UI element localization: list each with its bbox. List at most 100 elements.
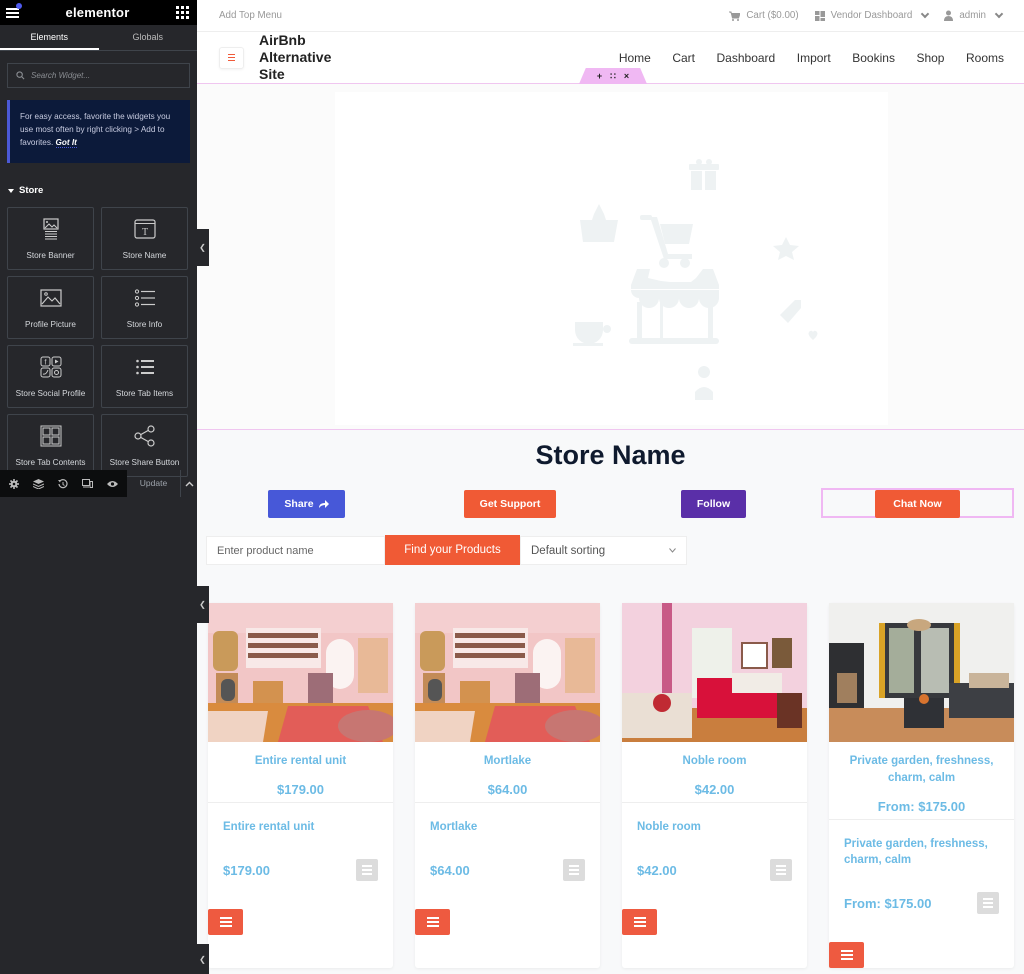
pink-bedroom-photo[interactable]: [622, 603, 807, 742]
tab-elements[interactable]: Elements: [0, 25, 99, 50]
sorting-select[interactable]: Default sorting: [520, 536, 687, 565]
bars-icon: [219, 917, 232, 927]
add-to-cart-button[interactable]: [829, 942, 864, 968]
product-options-button[interactable]: [563, 859, 585, 881]
preview-eye-icon[interactable]: [107, 480, 118, 488]
nav-cart[interactable]: Cart: [672, 51, 695, 65]
bars-icon: [983, 898, 993, 908]
product-title-secondary[interactable]: Entire rental unit: [223, 803, 378, 835]
widget-store-social-profile[interactable]: f Store Social Profile: [7, 345, 94, 408]
category-store[interactable]: Store: [8, 185, 197, 196]
widgets-grid-icon[interactable]: [176, 6, 189, 19]
widget-store-banner[interactable]: Store Banner: [7, 207, 94, 270]
settings-icon[interactable]: [9, 478, 19, 489]
footer-tools: [0, 470, 127, 497]
bars-icon: [362, 865, 372, 875]
product-title[interactable]: Mortlake: [415, 742, 600, 770]
storefront-cart-icon: [629, 215, 719, 344]
add-to-cart-button[interactable]: [415, 909, 450, 935]
chat-now-button[interactable]: Chat Now: [875, 490, 960, 518]
nav-shop[interactable]: Shop: [916, 51, 944, 65]
get-support-button[interactable]: Get Support: [464, 490, 556, 518]
sorting-selected: Default sorting: [531, 544, 606, 557]
widget-profile-picture[interactable]: Profile Picture: [7, 276, 94, 339]
product-price-row: $42.00: [637, 859, 792, 881]
image-icon: [39, 287, 62, 309]
find-products-button[interactable]: Find your Products: [385, 535, 520, 565]
responsive-mode-icon[interactable]: [82, 479, 93, 488]
collapse-panel-handle[interactable]: ❮: [196, 229, 209, 266]
nav-import[interactable]: Import: [797, 51, 831, 65]
search-widget-input[interactable]: [31, 71, 181, 80]
site-title[interactable]: AirBnb Alternative Site: [259, 32, 359, 83]
product-search-input[interactable]: [206, 536, 385, 565]
add-to-cart-button[interactable]: [622, 909, 657, 935]
user-menu[interactable]: admin: [944, 9, 1004, 21]
tab-grid-icon: [40, 425, 62, 447]
add-to-cart-button[interactable]: [208, 909, 243, 935]
product-title[interactable]: Noble room: [622, 742, 807, 770]
tip-text: For easy access, favorite the widgets yo…: [20, 112, 171, 147]
product-price-secondary: $42.00: [637, 862, 677, 878]
product-details: Noble room $42.00: [622, 803, 807, 881]
vendor-dashboard-menu[interactable]: Vendor Dashboard: [814, 9, 930, 21]
got-it-link[interactable]: Got It: [55, 138, 77, 148]
product-title[interactable]: Entire rental unit: [208, 742, 393, 770]
modern-living-room-photo[interactable]: [829, 603, 1014, 742]
pink-living-room-photo[interactable]: [208, 603, 393, 742]
product-title-secondary[interactable]: Noble room: [637, 803, 792, 835]
widget-label: Store Info: [126, 320, 163, 329]
search-icon: [16, 71, 25, 80]
update-button[interactable]: Update: [127, 470, 180, 497]
product-title-secondary[interactable]: Mortlake: [430, 803, 585, 835]
product-options-button[interactable]: [977, 892, 999, 914]
widget-store-tab-contents[interactable]: Store Tab Contents: [7, 414, 94, 477]
product-options-button[interactable]: [770, 859, 792, 881]
widget-store-share-button[interactable]: Store Share Button: [101, 414, 188, 477]
category-label: Store: [19, 185, 44, 196]
bars-icon: [633, 917, 646, 927]
nav-rooms[interactable]: Rooms: [966, 51, 1004, 65]
product-options-button[interactable]: [356, 859, 378, 881]
caret-down-icon: [8, 188, 14, 193]
elementor-logo: elementor: [65, 5, 130, 20]
store-banner[interactable]: [335, 92, 888, 425]
update-options-chevron-icon[interactable]: [180, 470, 197, 497]
cart-label: Cart ($0.00): [746, 10, 799, 21]
widget-store-name[interactable]: T Store Name: [101, 207, 188, 270]
chevron-down-icon: [921, 9, 930, 19]
hamburger-icon: [228, 53, 235, 62]
collapse-panel-handle[interactable]: ❮: [196, 586, 209, 623]
add-section-icon[interactable]: +: [597, 71, 602, 81]
product-grid: Entire rental unit $179.00 Entire rental…: [208, 603, 1014, 968]
store-banner-section: [197, 84, 1024, 430]
share-button[interactable]: Share: [268, 490, 345, 518]
mobile-menu-button[interactable]: [219, 46, 244, 69]
svg-text:f: f: [44, 360, 46, 367]
navigator-layers-icon[interactable]: [33, 478, 44, 489]
product-title[interactable]: Private garden, freshness, charm, calm: [829, 742, 1014, 787]
cart-link[interactable]: Cart ($0.00): [729, 10, 799, 21]
follow-button[interactable]: Follow: [681, 490, 746, 518]
widget-grid: Store Banner T Store Name Profile Pictur…: [7, 207, 197, 477]
history-icon[interactable]: [58, 478, 68, 489]
widget-store-tab-items[interactable]: Store Tab Items: [101, 345, 188, 408]
product-price: From: $175.00: [829, 787, 1014, 820]
section-handle: + ∷ ×: [579, 68, 647, 84]
delete-section-icon[interactable]: ×: [624, 71, 629, 81]
add-top-menu-link[interactable]: Add Top Menu: [219, 10, 713, 21]
widget-label: Store Tab Items: [115, 389, 174, 398]
nav-bookins[interactable]: Bookins: [852, 51, 895, 65]
widget-label: Store Name: [122, 251, 167, 260]
nav-home[interactable]: Home: [619, 51, 651, 65]
collapse-panel-handle[interactable]: ❮: [196, 944, 209, 974]
drag-section-icon[interactable]: ∷: [610, 71, 616, 82]
nav-dashboard[interactable]: Dashboard: [717, 51, 776, 65]
chevron-left-icon: ❮: [199, 243, 206, 252]
menu-icon[interactable]: [6, 7, 19, 18]
tab-globals[interactable]: Globals: [99, 25, 198, 50]
widget-store-info[interactable]: Store Info: [101, 276, 188, 339]
widget-label: Profile Picture: [25, 320, 76, 329]
pink-living-room-photo[interactable]: [415, 603, 600, 742]
product-title-secondary[interactable]: Private garden, freshness, charm, calm: [844, 820, 999, 868]
